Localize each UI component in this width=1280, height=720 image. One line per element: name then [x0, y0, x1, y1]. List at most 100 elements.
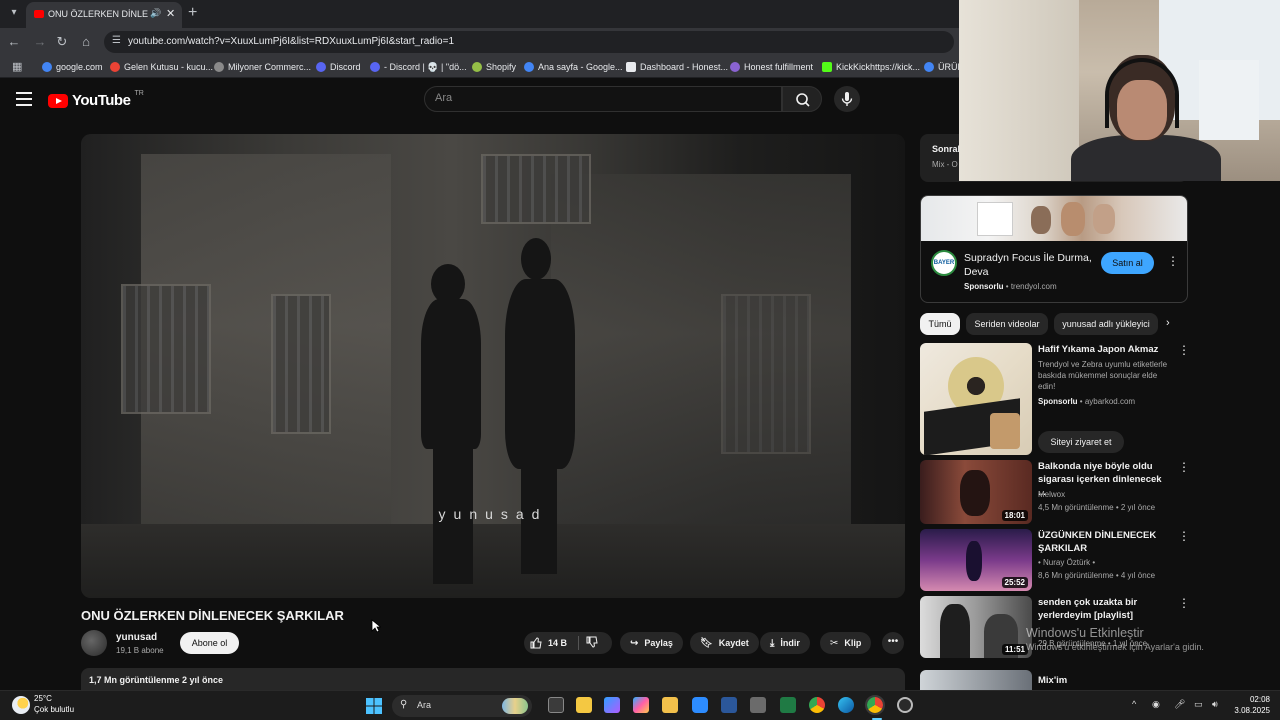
video-thumbnail[interactable]: 11:51	[920, 596, 1032, 658]
browser-tab-youtube[interactable]: ONU ÖZLERKEN DİNLENEC 🔊 ✕	[26, 2, 182, 28]
more-vertical-icon[interactable]: ⋮	[1167, 254, 1179, 268]
new-tab-button[interactable]: +	[188, 4, 197, 22]
network-icon[interactable]: ▭	[1194, 699, 1203, 710]
chip-all[interactable]: Tümü	[920, 313, 960, 335]
video-thumbnail[interactable]	[920, 670, 1032, 690]
video-player[interactable]: yunusad	[81, 134, 905, 598]
video-thumbnail[interactable]	[920, 343, 1032, 455]
zoom-icon[interactable]	[692, 697, 708, 713]
bookmark-honest[interactable]: Honest fulfillment	[730, 60, 813, 74]
chrome-icon[interactable]	[809, 697, 825, 713]
more-vertical-icon[interactable]: ⋮	[1178, 529, 1190, 543]
download-button[interactable]: ⤓ İndir	[760, 632, 810, 654]
word-icon[interactable]	[721, 697, 737, 713]
address-bar[interactable]: ☰ youtube.com/watch?v=XuuxLumPj6I&list=R…	[104, 31, 954, 53]
duration-badge: 18:01	[1001, 510, 1028, 521]
visit-site-button[interactable]: Siteyi ziyaret et	[1038, 431, 1124, 453]
more-actions-button[interactable]: •••	[882, 632, 904, 654]
hamburger-menu-icon[interactable]	[16, 92, 32, 106]
bookmark-milyoner[interactable]: Milyoner Commerc...	[214, 60, 311, 74]
edge-icon[interactable]	[838, 697, 854, 713]
task-view-icon[interactable]	[548, 697, 564, 713]
bookmark-google-ads[interactable]: Ana sayfa - Google...	[524, 60, 623, 74]
rec-channel[interactable]: • Nuray Öztürk •	[1038, 558, 1178, 567]
chip-uploader[interactable]: yunusad adlı yükleyici	[1054, 313, 1158, 335]
channel-name[interactable]: yunusad	[116, 632, 157, 643]
file-explorer-icon[interactable]	[662, 697, 678, 713]
clip-button[interactable]: ✂ Klip	[820, 632, 872, 654]
apps-grid-icon[interactable]: ▦	[12, 60, 22, 73]
rec-title[interactable]: Mix'im	[1038, 674, 1168, 687]
list-item[interactable]: Hafif Yıkama Japon Akmaz Trendyol ve Zeb…	[920, 343, 1190, 455]
tab-search-icon[interactable]: ▾	[6, 5, 22, 21]
site-info-icon[interactable]: ☰	[112, 35, 121, 46]
calculator-icon[interactable]	[750, 697, 766, 713]
search-input[interactable]	[435, 92, 765, 104]
webcam-overlay	[959, 0, 1280, 181]
rec-title[interactable]: ÜZGÜNKEN DİNLENECEK ŞARKILAR	[1038, 529, 1168, 555]
ad-banner-image[interactable]	[921, 196, 1187, 241]
chevron-right-icon[interactable]: ›	[1166, 317, 1170, 329]
subscribe-button[interactable]: Abone ol	[180, 632, 239, 654]
ad-title[interactable]: Supradyn Focus İle Durma, Deva	[964, 251, 1104, 279]
ad-banner-person	[1093, 204, 1115, 234]
list-item[interactable]: 18:01 Balkonda niye böyle oldu sigarası …	[920, 460, 1190, 524]
search-button[interactable]	[782, 86, 822, 112]
bookmark-shopify[interactable]: Shopify	[472, 60, 516, 74]
weather-cloudy-icon[interactable]	[12, 696, 30, 714]
reload-icon[interactable]: ↻	[54, 34, 70, 50]
sponsored-ad-card[interactable]: BAYER Supradyn Focus İle Durma, Deva Spo…	[920, 195, 1188, 303]
copilot-app-icon[interactable]	[633, 697, 649, 713]
bookmark-discord[interactable]: Discord	[316, 60, 361, 74]
more-vertical-icon[interactable]: ⋮	[1178, 343, 1190, 357]
tray-app-icon[interactable]: ◉	[1152, 699, 1160, 710]
bookmark-discord-2[interactable]: - Discord | 💀 | "dö...	[370, 60, 467, 74]
windows-start-icon[interactable]	[366, 698, 382, 714]
list-item[interactable]: Mix'im	[920, 670, 1188, 690]
voice-search-button[interactable]	[834, 86, 860, 112]
microphone-icon[interactable]: 🎤︎	[1174, 699, 1185, 710]
taskbar-search[interactable]: ⚲ Ara	[392, 695, 532, 717]
speaker-icon[interactable]: 🔊	[150, 8, 161, 19]
volume-icon[interactable]: 🔊︎	[1212, 699, 1218, 710]
more-vertical-icon[interactable]: ⋮	[1178, 596, 1190, 610]
bookmark-dashboard[interactable]: Dashboard - Honest...	[626, 60, 728, 74]
buy-button[interactable]: Satın al	[1101, 252, 1154, 274]
bookmark-google[interactable]: google.com	[42, 60, 103, 74]
weather-temperature[interactable]: 25°C	[34, 694, 52, 703]
rec-title[interactable]: senden çok uzakta bir yerlerdeyim [playl…	[1038, 596, 1168, 622]
rec-title[interactable]: Hafif Yıkama Japon Akmaz	[1038, 343, 1168, 356]
bookmark-kick[interactable]: KickKickhttps://kick...	[822, 60, 920, 74]
chrome-active-icon[interactable]	[865, 695, 885, 715]
gmail-icon	[110, 62, 120, 72]
video-thumbnail[interactable]: 25:52	[920, 529, 1032, 591]
app-settings-icon[interactable]	[897, 697, 913, 713]
ad-banner-person	[1061, 202, 1085, 236]
video-thumbnail[interactable]: 18:01	[920, 460, 1032, 524]
chevron-up-icon[interactable]: ^	[1132, 699, 1136, 709]
bookmark-urun[interactable]: ÜRÜN	[924, 60, 964, 74]
rec-channel[interactable]: Melwox	[1038, 490, 1178, 499]
close-tab-icon[interactable]: ✕	[166, 7, 175, 20]
video-title: ONU ÖZLERKEN DİNLENECEK ŞARKILAR	[81, 608, 344, 623]
youtube-logo[interactable]: YouTube TR	[48, 90, 144, 109]
activation-title: Windows'u Etkinleştir	[1026, 626, 1144, 640]
list-item[interactable]: 25:52 ÜZGÜNKEN DİNLENECEK ŞARKILAR • Nur…	[920, 529, 1190, 591]
share-button[interactable]: ↪ Paylaş	[620, 632, 683, 654]
chip-series-videos[interactable]: Seriden videolar	[966, 313, 1048, 335]
channel-avatar[interactable]	[81, 630, 107, 656]
weather-description[interactable]: Çok bulutlu	[34, 705, 74, 714]
dislike-button[interactable]	[586, 636, 598, 651]
more-vertical-icon[interactable]: ⋮	[1178, 460, 1190, 474]
notes-app-icon[interactable]	[576, 697, 592, 713]
excel-icon[interactable]	[780, 697, 796, 713]
discord-icon	[316, 62, 326, 72]
like-button[interactable]: 14 B	[530, 632, 567, 654]
save-button[interactable]: 🔖︎ Kaydet	[690, 632, 759, 654]
system-clock[interactable]: 02:08 3.08.2025	[1232, 694, 1270, 716]
forward-icon[interactable]: →	[32, 34, 48, 49]
copilot-icon[interactable]	[604, 697, 620, 713]
back-icon[interactable]: ←	[6, 34, 22, 49]
bookmark-gmail[interactable]: Gelen Kutusu - kucu...	[110, 60, 213, 74]
home-icon[interactable]: ⌂	[78, 34, 94, 49]
